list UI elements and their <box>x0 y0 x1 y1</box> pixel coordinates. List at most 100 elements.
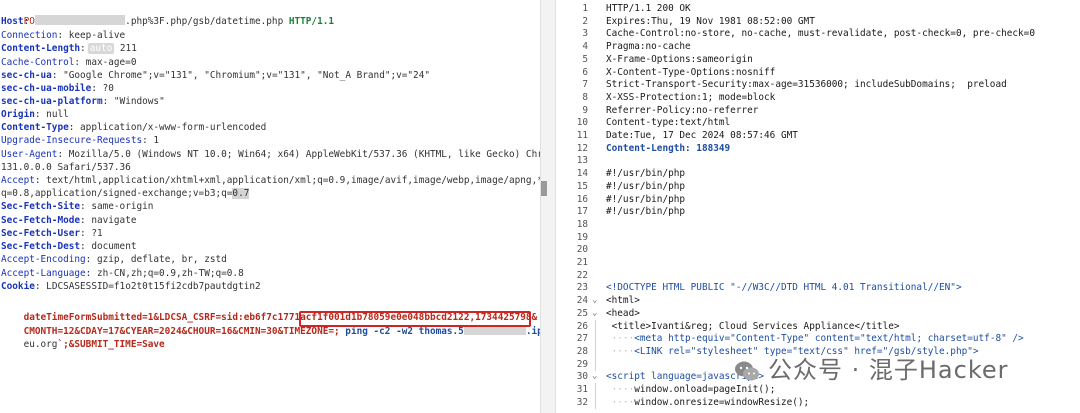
response-line-text: X-Content-Type-Options:nosniff <box>606 67 776 78</box>
header-value: "Windows" <box>108 96 165 107</box>
response-line-text: Cache-Control:no-store, no-cache, must-r… <box>606 28 1035 39</box>
response-line-text: Pragma:no-cache <box>606 41 691 52</box>
header-name: Connection <box>1 30 58 41</box>
line-number: 7 <box>582 79 588 90</box>
pane-divider[interactable] <box>540 0 556 413</box>
payload-highlight-box <box>299 311 531 327</box>
response-line-text: Expires:Thu, 19 Nov 1981 08:52:00 GMT <box>606 16 815 27</box>
response-line-text: HTTP/1.1 200 OK <box>606 3 691 14</box>
watermark: 公众号 · 混子Hacker <box>734 354 1009 388</box>
request-header-row: Sec-Fetch-Mode: navigate <box>1 214 137 227</box>
response-line: #!/usr/bin/php <box>606 167 685 180</box>
header-name: Cookie <box>1 281 35 292</box>
auto-badge[interactable]: auto <box>87 43 115 54</box>
header-value: zh-CN,zh;q=0.9,zh-TW;q=0.8 <box>91 268 244 279</box>
fold-toggle-icon[interactable]: ⌄ <box>592 307 602 320</box>
header-name: Sec-Fetch-Site <box>1 201 81 212</box>
response-line-text: #!/usr/bin/php <box>606 206 686 217</box>
request-body-line-1: dateTimeFormSubmitted=1&LDCSA_CSRF=sid:e… <box>23 312 538 324</box>
header-name: sec-ch-ua-platform <box>1 96 103 107</box>
line-number: 17 <box>576 206 588 217</box>
line-number: 1 <box>582 3 588 14</box>
request-header-row: Sec-Fetch-Site: same-origin <box>1 200 153 213</box>
response-line: Cache-Control:no-store, no-cache, must-r… <box>606 27 1035 40</box>
cursor-selection: 0.7 <box>232 188 250 199</box>
header-name: Origin <box>1 109 35 120</box>
redacted-host <box>35 15 126 25</box>
line-number: 27 <box>576 333 588 344</box>
header-name: Upgrade-Insecure-Requests <box>1 135 143 146</box>
line-number: 30 <box>576 371 588 382</box>
whitespace-marker: ···· <box>606 397 635 408</box>
header-value: navigate <box>85 215 137 226</box>
header-name: Host <box>1 16 24 27</box>
line-number: 31 <box>576 384 588 395</box>
response-line-text: Content-Length: 188349 <box>606 143 731 154</box>
response-line-text: <html> <box>606 295 640 306</box>
response-line: Pragma:no-cache <box>606 40 691 53</box>
request-header-row: Sec-Fetch-Dest: document <box>1 240 137 253</box>
whitespace-marker: ···· <box>606 384 635 395</box>
whitespace-marker: ···· <box>606 346 635 357</box>
header-value-text: q=0.8,application/signed-exchange;v=b3;q… <box>1 188 233 199</box>
fold-toggle-icon[interactable]: ⌄ <box>592 294 602 307</box>
header-value: 1 <box>147 135 160 146</box>
header-value: same-origin <box>85 201 154 212</box>
header-name: sec-ch-ua <box>1 70 52 81</box>
response-line: <!DOCTYPE HTML PUBLIC "-//W3C//DTD HTML … <box>606 281 962 294</box>
response-line: ····<meta http-equiv="Content-Type" cont… <box>606 332 1024 345</box>
response-line: Content-Length: 188349 <box>606 142 730 155</box>
header-name: Content-Type <box>1 122 69 133</box>
line-number: 21 <box>576 257 588 268</box>
response-line: <head> <box>606 307 640 320</box>
line-number: 4 <box>582 41 588 52</box>
request-header-row: User-Agent: Mozilla/5.0 (Windows NT 10.0… <box>1 148 540 161</box>
header-name: Accept-Encoding <box>1 254 86 265</box>
response-line-text: X-XSS-Protection:1; mode=block <box>606 92 776 103</box>
header-value: keep-alive <box>63 30 126 41</box>
header-colon: : <box>23 16 30 27</box>
header-name: Content-Length <box>1 43 81 54</box>
request-header-row: Origin: null <box>1 108 69 121</box>
header-name: Cache-Control <box>1 57 75 68</box>
response-line-text: Content-type:text/html <box>606 117 731 128</box>
request-header-row: Content-Type: application/x-www-form-url… <box>1 121 266 134</box>
response-pane[interactable]: 1 HTTP/1.1 200 OK 2 Expires:Thu, 19 Nov 198… <box>556 0 1080 413</box>
request-header-row: sec-ch-ua-mobile: ?0 <box>1 82 114 95</box>
fold-toggle-icon[interactable]: ⌄ <box>592 370 602 383</box>
indent-guide <box>595 345 596 358</box>
watermark-text: 公众号 · 混子Hacker <box>768 356 1009 385</box>
response-line: #!/usr/bin/php <box>606 205 685 218</box>
header-name: Sec-Fetch-Mode <box>1 215 81 226</box>
request-header-row: Sec-Fetch-User: ?1 <box>1 227 103 240</box>
line-number: 24 <box>576 295 588 306</box>
response-line: #!/usr/bin/php <box>606 180 685 193</box>
response-line: X-XSS-Protection:1; mode=block <box>606 91 775 104</box>
request-pane[interactable]: POST /client/index.php%3F.php/gsb/dateti… <box>0 0 540 413</box>
response-line-text: window.onresize=windowResize(); <box>634 397 810 408</box>
request-header-row: sec-ch-ua: "Google Chrome";v="131", "Chr… <box>1 69 430 82</box>
line-number: 5 <box>582 54 588 65</box>
header-name: Accept-Language <box>1 268 86 279</box>
response-line-text: X-Frame-Options:sameorigin <box>606 54 753 65</box>
request-header-row: Accept-Language: zh-CN,zh;q=0.9,zh-TW;q=… <box>1 267 244 280</box>
response-line: Strict-Transport-Security:max-age=315360… <box>606 78 1007 91</box>
response-line-text: <!DOCTYPE HTML PUBLIC "-//W3C//DTD HTML … <box>606 282 962 293</box>
response-line-text: Referrer-Policy:no-referrer <box>606 105 759 116</box>
response-line-text: #!/usr/bin/php <box>606 168 686 179</box>
request-header-row: sec-ch-ua-platform: "Windows" <box>1 95 165 108</box>
line-number: 3 <box>582 28 588 39</box>
response-line-text: #!/usr/bin/php <box>606 181 686 192</box>
line-number: 10 <box>576 117 588 128</box>
header-value: LDCSASESSID=f1o2t0t15fi2cdb7pautdgtin2 <box>40 281 261 292</box>
request-scrollbar-thumb[interactable] <box>541 181 547 196</box>
header-value: "Google Chrome";v="131", "Chromium";v="1… <box>57 70 430 81</box>
header-name: Sec-Fetch-Dest <box>1 241 81 252</box>
response-line-text: Strict-Transport-Security:max-age=315360… <box>606 79 1007 90</box>
request-header-row: Host: <box>1 15 126 28</box>
line-number: 28 <box>576 346 588 357</box>
response-line-text: <meta http-equiv="Content-Type" content=… <box>634 333 1024 344</box>
line-number: 20 <box>576 244 588 255</box>
line-number: 8 <box>582 92 588 103</box>
request-header-row: Accept-Encoding: gzip, deflate, br, zstd <box>1 253 227 266</box>
